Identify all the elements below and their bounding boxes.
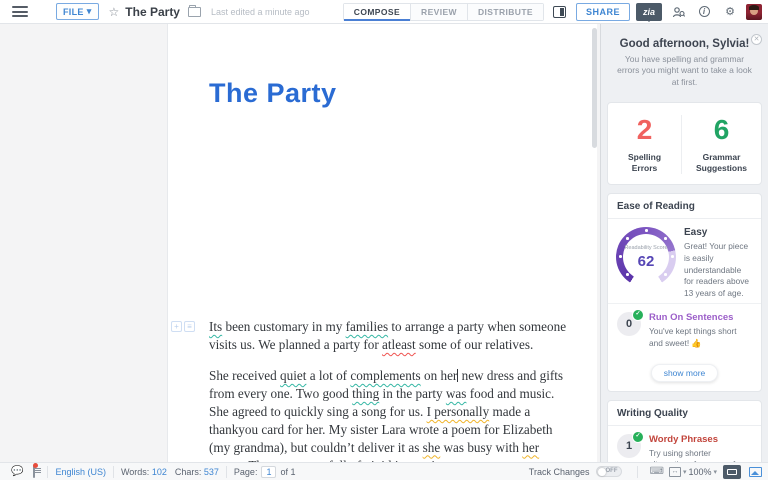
writing-quality-header: Writing Quality <box>608 401 761 426</box>
wordy-phrases-description: Try using shorter alternatives for some … <box>649 448 752 462</box>
writing-quality-card: Writing Quality 1 Wordy Phrases Try usin… <box>607 400 762 462</box>
grammar-marked-text[interactable]: was <box>446 386 467 401</box>
side-panel-icon <box>553 6 566 18</box>
tab-distribute[interactable]: DISTRIBUTE <box>468 4 543 20</box>
page-number-input[interactable]: 1 <box>261 466 276 478</box>
run-on-sentences-item[interactable]: 0 Run On Sentences You've kept things sh… <box>608 303 761 356</box>
paragraph[interactable]: Its been customary in my families to arr… <box>209 318 577 354</box>
last-edited-text: Last edited a minute ago <box>211 7 310 17</box>
user-avatar[interactable] <box>746 4 762 20</box>
grammar-suggestions-label: Grammar Suggestions <box>682 152 761 174</box>
tab-review[interactable]: REVIEW <box>411 4 468 20</box>
document-page[interactable]: + ≡ The Party Its been customary in my f… <box>167 24 597 462</box>
run-on-description: You've kept things short and sweet! 👍 <box>649 326 752 349</box>
comments-icon[interactable]: 💬 <box>11 466 23 477</box>
track-changes-toggle[interactable]: OFF <box>596 466 622 477</box>
info-icon: i <box>699 6 710 17</box>
paragraph-options-icon[interactable]: ≡ <box>184 321 195 332</box>
spelling-marked-text[interactable]: atleast <box>382 337 416 352</box>
hamburger-menu-icon[interactable] <box>12 6 28 17</box>
words-label: Words: <box>121 467 149 477</box>
notes-icon[interactable] <box>33 466 35 477</box>
grammar-marked-text[interactable]: complements <box>350 368 420 383</box>
char-count[interactable]: 537 <box>204 467 219 477</box>
gear-icon: ⚙ <box>725 5 735 18</box>
run-on-label: Run On Sentences <box>649 312 752 323</box>
grammar-suggestions-count: 6 <box>682 115 761 146</box>
spelling-errors-stat[interactable]: 2 Spelling Errors <box>608 115 682 174</box>
wordy-marked-text[interactable]: her <box>522 440 539 455</box>
collaborators-button[interactable] <box>668 3 688 21</box>
language-selector[interactable]: English (US) <box>55 467 106 477</box>
grammar-marked-text[interactable]: families <box>346 319 388 334</box>
zia-panel: ✕ Good afternoon, Sylvia! You have spell… <box>600 24 768 462</box>
grammar-suggestions-stat[interactable]: 6 Grammar Suggestions <box>682 115 761 174</box>
virtual-keyboard-button[interactable] <box>723 465 741 479</box>
readability-level: Easy <box>684 227 753 238</box>
editor-workspace: + ≡ The Party Its been customary in my f… <box>0 24 600 462</box>
page-label: Page: <box>234 467 258 477</box>
document-title[interactable]: The Party <box>125 5 180 19</box>
chars-label: Chars: <box>175 467 202 477</box>
share-button[interactable]: SHARE <box>576 3 630 21</box>
readability-description: Great! Your piece is easily understandab… <box>684 241 753 299</box>
person-search-icon <box>672 6 685 18</box>
settings-button[interactable]: ⚙ <box>720 3 740 21</box>
mode-tabs: COMPOSE REVIEW DISTRIBUTE <box>343 3 544 21</box>
keyboard-shortcuts-icon[interactable]: ⌨ <box>650 466 664 477</box>
zoom-chevron-icon[interactable]: ▾ <box>713 468 717 476</box>
fullscreen-icon[interactable] <box>749 467 762 477</box>
readability-score-value: 62 <box>638 253 655 270</box>
document-scrollbar[interactable] <box>592 28 597 148</box>
favorite-star-icon[interactable]: ☆ <box>109 5 120 19</box>
readability-gauge: Readability Score 62 <box>616 227 676 287</box>
run-on-count-badge: 0 <box>617 312 641 336</box>
wordy-marked-text[interactable]: she <box>423 440 441 455</box>
wordy-phrases-count-badge: 1 <box>617 434 641 458</box>
spelling-errors-count: 2 <box>608 115 681 146</box>
show-more-button[interactable]: show more <box>651 364 719 382</box>
track-changes-label: Track Changes <box>529 467 590 477</box>
greeting-title: Good afternoon, Sylvia! <box>617 38 752 50</box>
grammar-marked-text[interactable]: Its <box>209 319 222 334</box>
paragraph[interactable]: She received quiet a lot of complements … <box>209 367 577 462</box>
track-changes-state: OFF <box>606 468 618 474</box>
add-content-icon[interactable]: + <box>171 321 182 332</box>
word-count[interactable]: 102 <box>152 467 167 477</box>
zoho-writer-app: FILE▾ ☆ The Party Last edited a minute a… <box>0 0 768 480</box>
keyboard-icon <box>727 469 737 475</box>
ease-of-reading-card: Ease of Reading Readability Score 62 Eas… <box>607 193 762 391</box>
grammar-marked-text[interactable]: quiet <box>280 368 306 383</box>
wordy-phrases-label: Wordy Phrases <box>649 434 752 445</box>
error-stats-card: 2 Spelling Errors 6 Grammar Suggestions <box>607 102 762 185</box>
grammar-marked-text[interactable]: thing <box>352 386 379 401</box>
fit-width-icon[interactable]: ↔ <box>669 467 681 477</box>
folder-icon[interactable] <box>188 7 201 17</box>
file-menu-label: FILE <box>63 7 84 17</box>
wordy-marked-text[interactable]: I personally <box>427 404 490 419</box>
greeting-subtitle: You have spelling and grammar errors you… <box>617 54 752 88</box>
ease-of-reading-header: Ease of Reading <box>608 194 761 219</box>
kebab-grill-photo[interactable] <box>209 123 566 306</box>
help-button[interactable]: i <box>694 3 714 21</box>
wordy-phrases-item[interactable]: 1 Wordy Phrases Try using shorter altern… <box>608 426 761 462</box>
spelling-errors-label: Spelling Errors <box>608 152 681 174</box>
status-bar: 💬 English (US) Words: 102 Chars: 537 Pag… <box>0 462 768 480</box>
zia-assistant-button[interactable]: zia <box>636 3 662 21</box>
document-info-panel-button[interactable] <box>550 3 570 21</box>
readability-score-caption: Readability Score <box>624 245 667 252</box>
paragraph-margin-tools: + ≡ <box>171 321 195 332</box>
page-of-total: of 1 <box>280 467 295 477</box>
gauge-dots <box>645 229 648 232</box>
file-menu-button[interactable]: FILE▾ <box>56 3 99 20</box>
zoom-level[interactable]: 100% <box>688 467 711 477</box>
close-icon[interactable]: ✕ <box>751 34 762 45</box>
tab-compose[interactable]: COMPOSE <box>344 4 411 20</box>
top-toolbar: FILE▾ ☆ The Party Last edited a minute a… <box>0 0 768 24</box>
doc-heading[interactable]: The Party <box>209 78 580 109</box>
zia-greeting: ✕ Good afternoon, Sylvia! You have spell… <box>607 30 762 94</box>
chevron-down-icon: ▾ <box>87 6 92 17</box>
fit-chevron-icon[interactable]: ▾ <box>683 468 687 476</box>
doc-paragraphs[interactable]: Its been customary in my families to arr… <box>209 318 577 462</box>
